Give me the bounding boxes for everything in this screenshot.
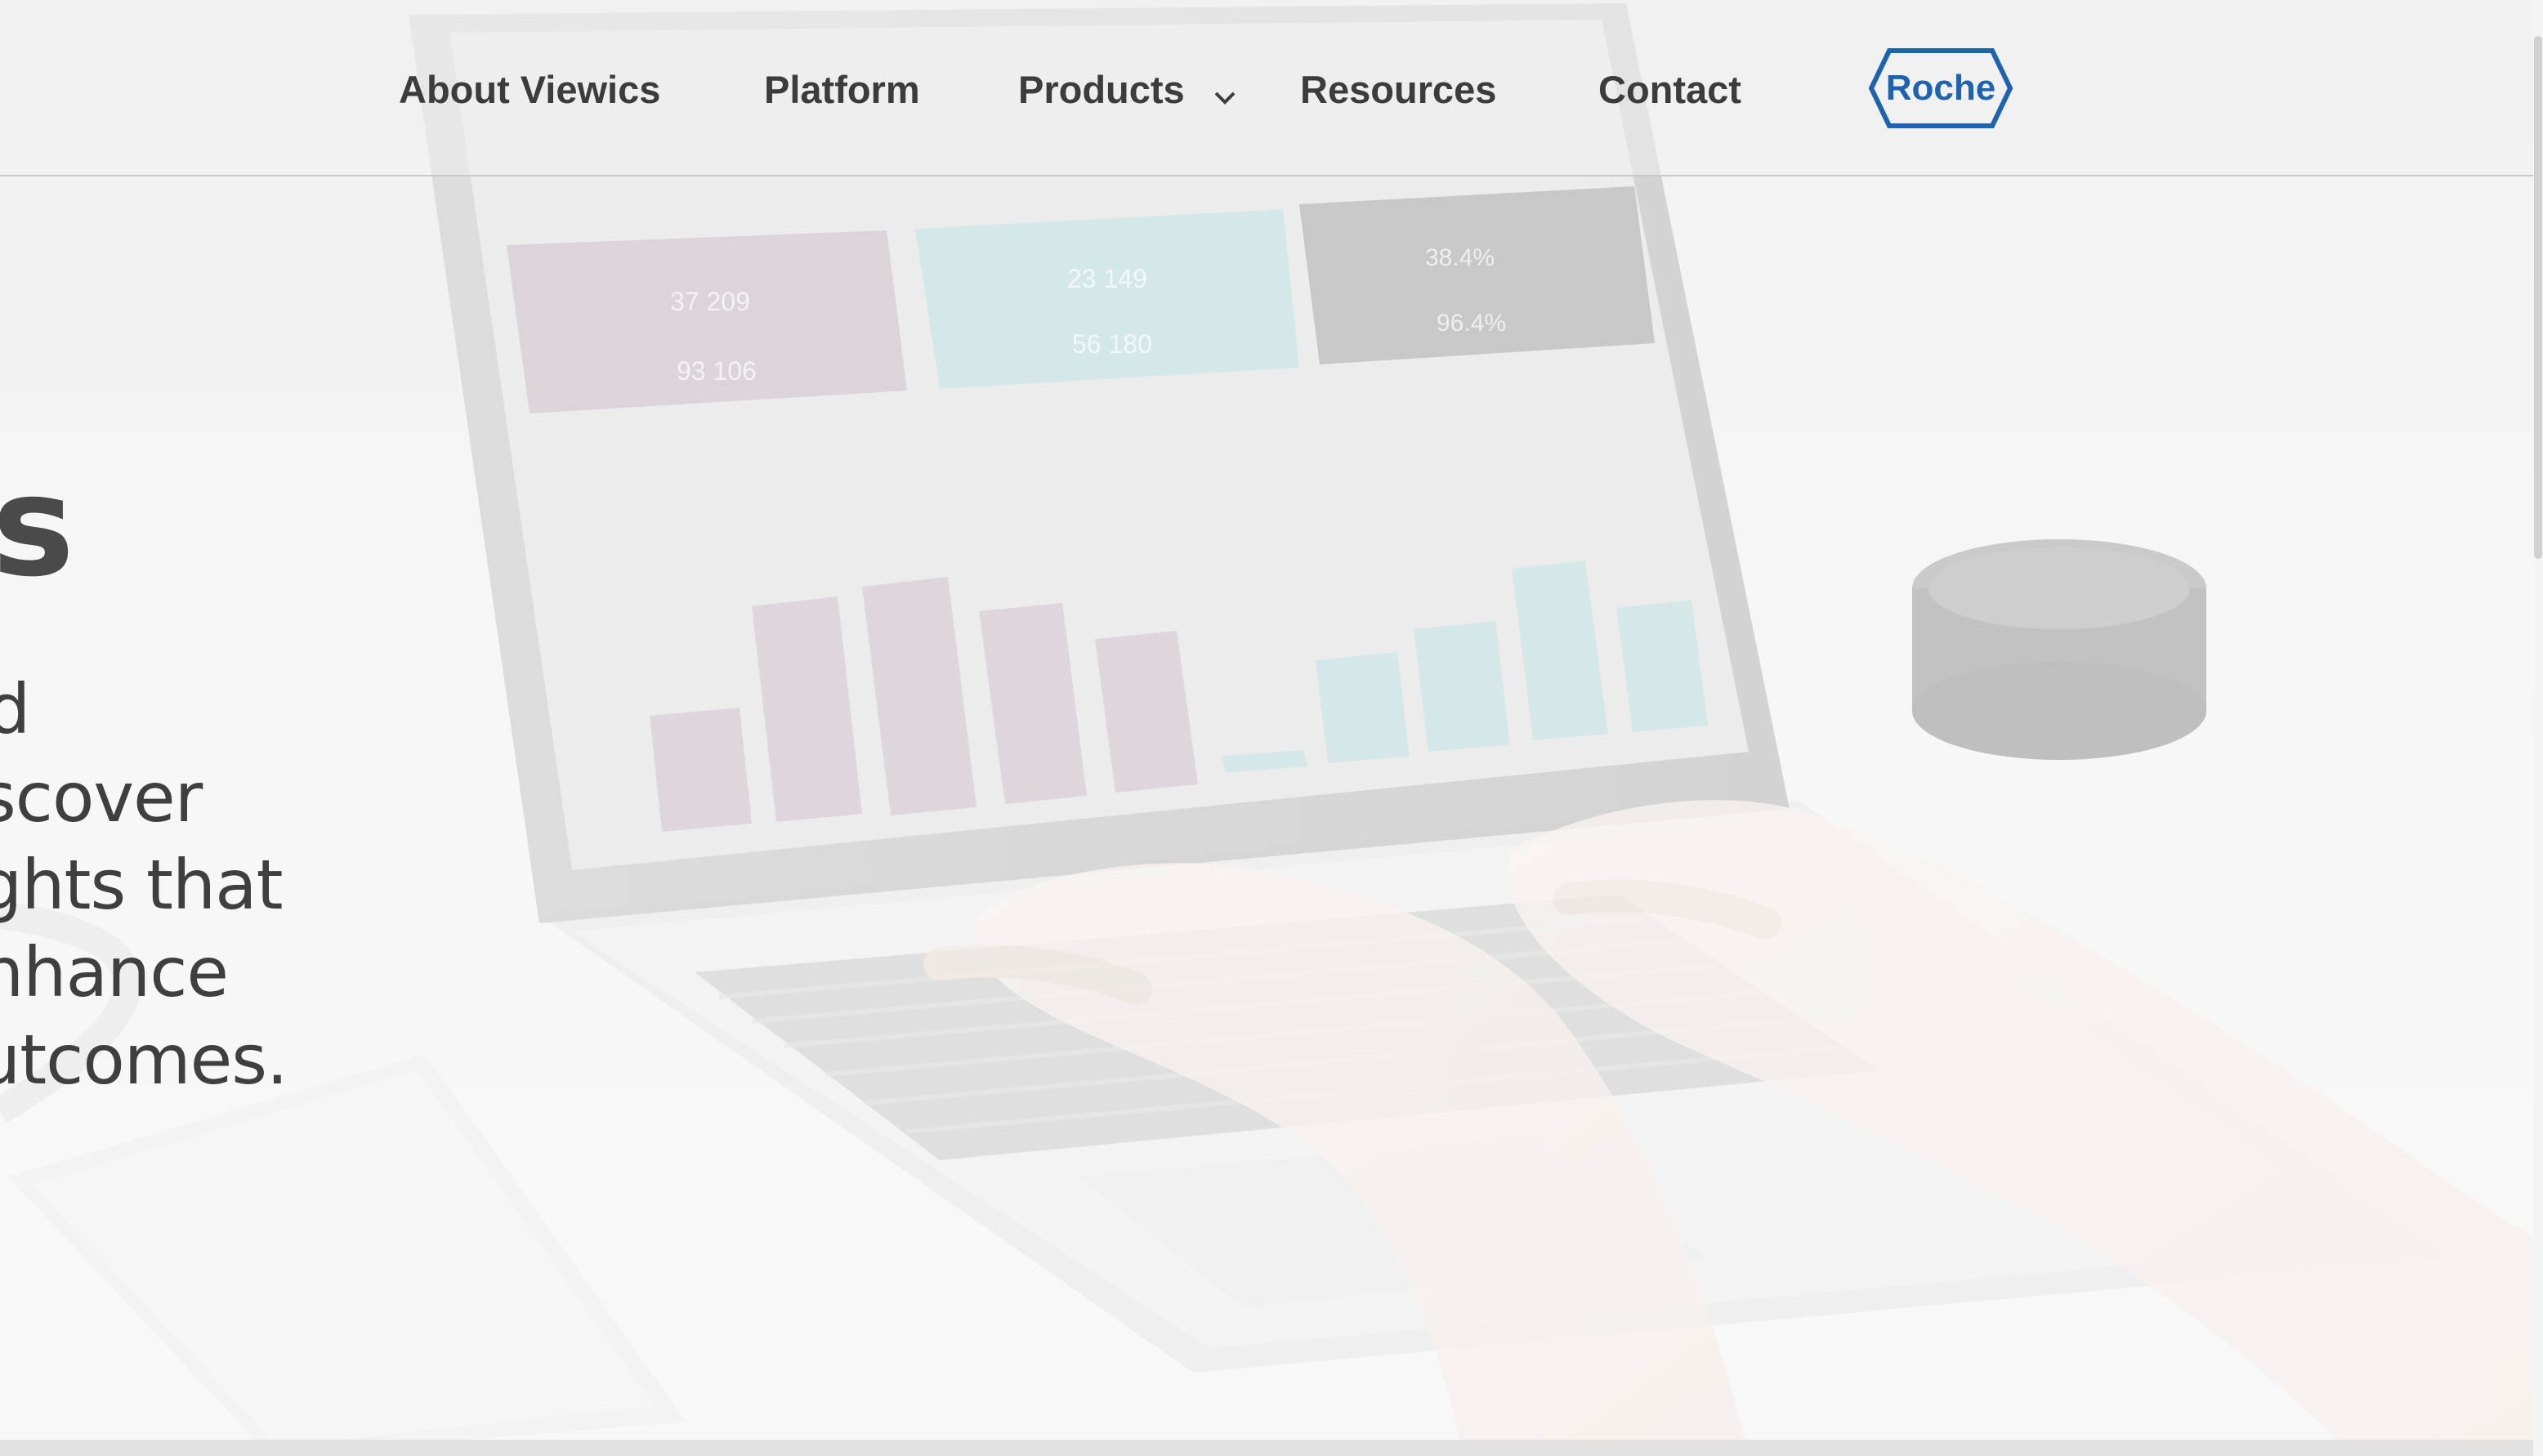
page-scrollbar-thumb[interactable] [2534,36,2542,559]
chevron-down-icon [1213,67,1236,119]
section-divider [0,1440,2543,1456]
nav-contact-label: Contact [1598,68,1741,111]
hero-subtext-line-5: utcomes. [0,1020,288,1100]
nav-products[interactable]: Products [1018,64,1236,116]
hero-heading: s [0,458,74,596]
hero-subtext-line-1: d [0,669,30,749]
nav-platform[interactable]: Platform [764,64,920,116]
nav-resources[interactable]: Resources [1300,64,1496,116]
roche-logo-text: Roche [1886,68,1996,108]
hero-subtext-line-4: nhance [0,932,229,1012]
nav-about-viewics[interactable]: About Viewics [399,64,660,116]
nav-contact[interactable]: Contact [1598,64,1741,116]
hero-section: 37 209 93 106 23 149 56 180 38.4% 96.4% [0,0,2543,1456]
nav-platform-label: Platform [764,68,920,111]
hero-subtext-line-3: ghts that [0,845,284,925]
roche-logo[interactable]: Roche [1866,46,2015,131]
hero-background-image: 37 209 93 106 23 149 56 180 38.4% 96.4% [0,0,2543,1456]
nav-about-viewics-label: About Viewics [399,68,661,111]
nav-resources-label: Resources [1300,68,1497,111]
hero-heading-text: s [0,446,75,608]
nav-products-label: Products [1018,68,1185,111]
top-navigation: About Viewics Platform Products Resource… [0,0,2543,176]
hero-subtext-line-2: scover [0,757,203,837]
